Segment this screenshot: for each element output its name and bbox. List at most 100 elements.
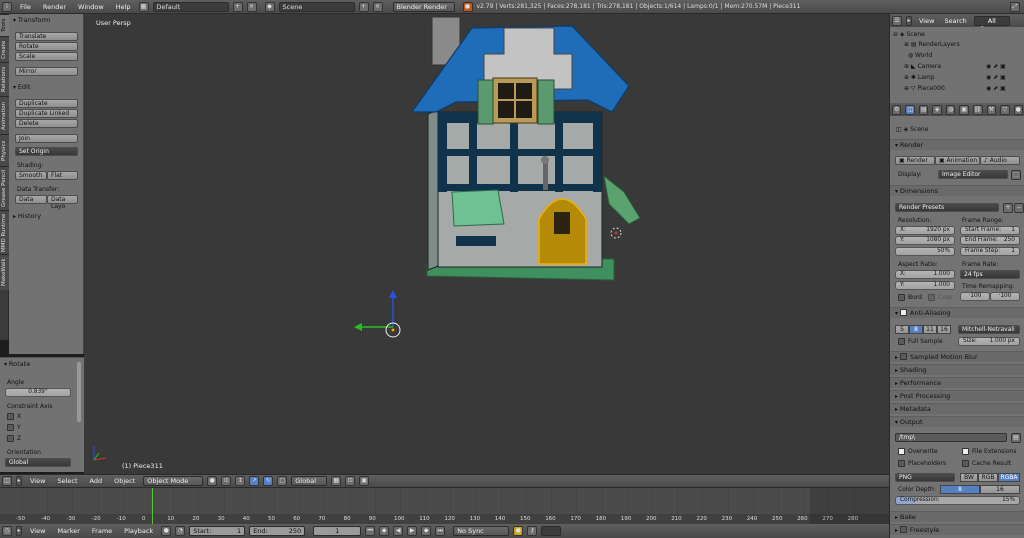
menu-view[interactable]: View (30, 477, 45, 485)
remove-preset-icon[interactable]: − (1014, 203, 1024, 213)
jump-keyframe-forward-icon[interactable]: ◆ (421, 526, 432, 536)
color-rgb-button[interactable]: RGB (978, 473, 998, 482)
world-tab-icon[interactable]: ◍ (945, 104, 956, 115)
remap-new-field[interactable]: ·100 (990, 292, 1020, 301)
motion-blur-panel-header[interactable]: Sampled Motion Blur (890, 351, 1024, 362)
outliner-item-scene[interactable]: ⊖ ◈ Scene (893, 31, 925, 38)
delete-button[interactable]: Delete (15, 119, 78, 128)
preview-range-icon[interactable]: ◔ (175, 526, 186, 536)
aa-filter-dropdown[interactable]: Mitchell-Netravali (958, 325, 1020, 334)
editor-type-icon[interactable]: i (2, 1, 12, 12)
sync-dropdown[interactable]: No Sync (453, 526, 510, 536)
color-bw-button[interactable]: BW (960, 473, 978, 482)
tab-physics[interactable]: Physics (0, 134, 9, 166)
snap-icon[interactable]: ⊡ (345, 476, 356, 486)
outliner-item-world[interactable]: ◍ World (904, 52, 932, 59)
color-depth-16-button[interactable]: 16 (980, 485, 1020, 494)
viewport-shading-icon[interactable]: ● (207, 476, 218, 486)
transform-orientation-dropdown[interactable]: Global (291, 476, 328, 486)
file-format-dropdown[interactable]: PNG (895, 473, 955, 482)
current-frame-indicator[interactable] (152, 488, 153, 524)
jump-start-icon[interactable]: ⏮ (365, 526, 376, 536)
keying-set-field[interactable] (541, 526, 562, 536)
join-button[interactable]: Join (15, 134, 78, 143)
3d-viewport[interactable]: User Persp (1) Piece311 (84, 14, 889, 474)
folder-browse-icon[interactable]: ▤ (1011, 433, 1021, 443)
render-image-button[interactable]: ▣ Render (895, 156, 935, 165)
duplicate-linked-button[interactable]: Duplicate Linked (15, 109, 78, 118)
post-processing-panel-header[interactable]: Post Processing (890, 390, 1024, 401)
jump-keyframe-back-icon[interactable]: ◆ (379, 526, 390, 536)
tab-relations[interactable]: Relations (0, 62, 9, 96)
outliner-item-piece000[interactable]: ⊕ ▽ Piece000 (904, 85, 945, 92)
delete-layout-icon[interactable]: × (246, 1, 257, 12)
menu-select[interactable]: Select (57, 477, 77, 485)
layer-grid-icon[interactable]: ▦ (331, 476, 342, 486)
anti-aliasing-checkbox[interactable] (899, 309, 907, 316)
cache-result-checkbox[interactable] (962, 460, 969, 467)
angle-field[interactable]: 0.839° (5, 388, 71, 397)
scene-icon[interactable]: ◆ (264, 1, 275, 12)
full-sample-checkbox[interactable] (898, 338, 905, 345)
anti-aliasing-panel-header[interactable]: Anti-Aliasing (890, 307, 1024, 318)
outliner-editor-icon[interactable]: ☰ (892, 15, 902, 26)
timeline-menu-playback[interactable]: Playback (124, 527, 153, 535)
freestyle-checkbox[interactable] (899, 526, 907, 533)
timeline-collapse-icon[interactable]: ▸ (16, 526, 22, 536)
manipulator-toggle-icon[interactable]: ↕ (235, 476, 246, 486)
rotate-button[interactable]: Rotate (15, 42, 78, 51)
add-preset-icon[interactable]: + (1003, 203, 1013, 213)
mode-dropdown[interactable]: Object Mode (143, 476, 204, 486)
color-rgba-button[interactable]: RGBA (998, 473, 1020, 482)
outliner-item-camera[interactable]: ⊕ ◣ Camera (904, 63, 941, 70)
outliner-menu-view[interactable]: View (919, 17, 934, 25)
compression-slider[interactable]: Compression: 15% (895, 496, 1020, 505)
output-path-field[interactable]: /tmp\ (895, 433, 1007, 442)
constraint-x-checkbox[interactable] (7, 413, 14, 420)
viewport-editor-icon[interactable]: ◫ (2, 476, 12, 486)
overwrite-checkbox[interactable] (898, 448, 905, 455)
output-panel-header[interactable]: Output (890, 416, 1024, 427)
aa-samples-5[interactable]: 5 (895, 325, 909, 334)
timeline-editor-icon[interactable]: ◷ (2, 526, 12, 536)
fullscreen-icon[interactable]: ⤢ (1010, 1, 1020, 12)
menu-object[interactable]: Object (114, 477, 135, 485)
outliner-collapse-icon[interactable]: ▸ (906, 15, 912, 26)
freestyle-panel-header[interactable]: Freestyle (890, 524, 1024, 535)
tab-mmd-runtime[interactable]: MMD Runtime (0, 210, 9, 254)
shading-panel-header[interactable]: Shading (890, 364, 1024, 375)
aa-samples-11[interactable]: 11 (923, 325, 937, 334)
start-frame-field[interactable]: Start: 1 (189, 526, 246, 536)
duplicate-button[interactable]: Duplicate (15, 99, 78, 108)
data-transfer-button[interactable]: Data (15, 195, 47, 204)
modifiers-tab-icon[interactable]: ⚒ (986, 104, 997, 115)
aspect-x-field[interactable]: X: 1.000 (895, 270, 955, 279)
object-tab-icon[interactable]: ▣ (959, 104, 969, 115)
bake-panel-header[interactable]: Bake (890, 511, 1024, 522)
render-animation-button[interactable]: ▣ Animation (935, 156, 980, 165)
timeline-menu-marker[interactable]: Marker (57, 527, 79, 535)
scene-canvas[interactable] (84, 14, 889, 474)
edit-panel-header[interactable]: Edit (9, 82, 84, 93)
aspect-y-field[interactable]: Y: 1.000 (895, 281, 955, 290)
constraints-tab-icon[interactable]: ⛓ (972, 104, 983, 115)
render-tab-icon[interactable]: ◫ (905, 104, 915, 115)
transform-panel-header[interactable]: Transform (9, 15, 84, 26)
motion-blur-checkbox[interactable] (899, 353, 907, 360)
operator-panel-scrollbar[interactable] (77, 362, 81, 422)
lock-interface-icon[interactable]: ⬚ (1011, 170, 1021, 180)
outliner-item-lamp[interactable]: ⊕ ✱ Lamp (904, 74, 935, 81)
data-tab-icon[interactable]: ▽ (1000, 104, 1010, 115)
properties-editor-icon[interactable]: ⚙ (892, 104, 902, 115)
aa-size-field[interactable]: Size: 1.000 px (958, 337, 1020, 346)
outliner-filter-dropdown[interactable]: All Scenes (973, 15, 1010, 33)
render-presets-dropdown[interactable]: Render Presets (895, 203, 999, 212)
history-panel-header[interactable]: History (9, 211, 84, 222)
tab-animation[interactable]: Animation (0, 96, 9, 134)
frame-step-field[interactable]: Frame Step: 1 (960, 247, 1020, 256)
visibility-eye-icon-2[interactable]: ◉ ⬈ ▣ (986, 74, 1006, 81)
play-reverse-icon[interactable]: ◀ (393, 526, 404, 536)
screen-layout-icon[interactable]: ▦ (138, 1, 149, 12)
flat-button[interactable]: Flat (47, 171, 78, 180)
scene-field[interactable]: Scene (278, 1, 355, 12)
